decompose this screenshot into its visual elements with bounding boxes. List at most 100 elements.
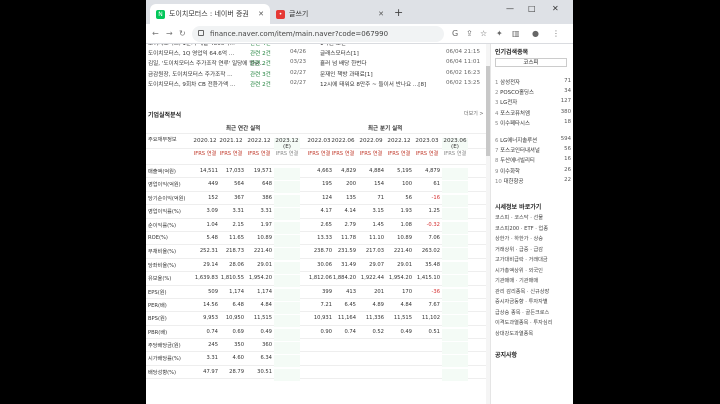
- news-row[interactable]: 도이치모터스, 1Q 영업익 64.6억 ... 관련 2건 04/26 글래스모터스…: [146, 48, 486, 58]
- popular-item[interactable]: 10 대한항공 22: [495, 177, 571, 185]
- market-link[interactable]: 거래상위 · 급증 · 급감: [495, 246, 571, 253]
- cell-value: 3.31: [206, 355, 218, 362]
- url-field[interactable]: finance.naver.com/item/main.naver?code=0…: [192, 26, 444, 42]
- market-link[interactable]: 고가대비급락 · 거래대금: [495, 256, 571, 263]
- row-label[interactable]: 주당배당금(원): [148, 342, 186, 349]
- news-row[interactable]: 금감원장, 도이치모터스 주가조작 ... 관련 3건 02/27 문재인 책방 과태…: [146, 69, 486, 79]
- cell-value: 221.40: [393, 248, 412, 255]
- popular-item[interactable]: 3 LG전자 127: [495, 98, 571, 106]
- row-label[interactable]: 배당성향(%): [148, 369, 186, 376]
- market-link[interactable]: 기관매매 · 기관매매: [495, 277, 571, 284]
- popular-item[interactable]: 1 삼성전자 71: [495, 78, 571, 86]
- table-row: 당좌비율(%) 29.14 28.06 29.01 30.06 31.49 29.07 29.…: [146, 259, 486, 274]
- extension-icon[interactable]: ✦: [496, 29, 503, 38]
- minimize-button[interactable]: —: [506, 4, 514, 13]
- reload-icon[interactable]: ↻: [179, 29, 186, 38]
- cell-value: 135: [346, 194, 356, 201]
- profile-avatar[interactable]: ●: [532, 29, 539, 38]
- popular-name[interactable]: 이수화학: [500, 169, 520, 175]
- popular-name[interactable]: 포스코퓨처엠: [500, 111, 530, 117]
- popular-item[interactable]: 5 이수페타시스 18: [495, 119, 571, 127]
- more-link[interactable]: 더보기 >: [464, 110, 484, 117]
- menu-icon[interactable]: ⋮: [552, 29, 560, 38]
- row-label[interactable]: PER(배): [148, 302, 186, 309]
- popular-value: 380: [560, 108, 571, 115]
- popular-item[interactable]: 2 POSCO홀딩스 34: [495, 88, 571, 96]
- close-icon[interactable]: ✕: [258, 10, 264, 18]
- tab-kospi[interactable]: 코스피: [495, 58, 567, 67]
- popular-item[interactable]: 8 두산에너빌리티 16: [495, 156, 571, 164]
- news-related[interactable]: 관련 4건: [250, 44, 271, 47]
- news-related[interactable]: 관련 3건: [250, 70, 271, 78]
- discussion-title[interactable]: 12시에 태워요 8만주 ~ 들이서 반나요 ...[8]: [320, 80, 426, 88]
- market-link[interactable]: 관리 감리종목 · 신규상장: [495, 288, 571, 295]
- row-label[interactable]: 순이익률(%): [148, 222, 186, 229]
- market-link[interactable]: 상한가 · 하한가 · 상승: [495, 235, 571, 242]
- news-title[interactable]: 김일, '도이치모터스 주가조작 연루' 일당에 벌금...: [148, 59, 265, 67]
- popular-name[interactable]: 이수페타시스: [500, 121, 530, 127]
- market-link[interactable]: 급상승 종목 · 골든크로스: [495, 309, 571, 316]
- close-icon[interactable]: ✕: [378, 10, 384, 18]
- row-label[interactable]: ROE(%): [148, 235, 186, 241]
- news-title[interactable]: 도이치모터스, 9회차 CB 전환가액 ...: [148, 80, 235, 88]
- market-link[interactable]: 상대강도과열종목: [495, 330, 571, 337]
- news-row[interactable]: 도이치모터스, 9회차 CB 전환가액 ... 관련 2건 02/27 12시에 태워…: [146, 79, 486, 89]
- tab-naver-finance[interactable]: N 도이치모터스 : 네이버 증권 ✕: [150, 4, 270, 24]
- popular-name[interactable]: LG전자: [500, 100, 517, 106]
- market-link[interactable]: 시가총액상위 · 외국인: [495, 267, 571, 274]
- window-close-button[interactable]: ✕: [552, 4, 559, 13]
- popular-name[interactable]: 삼성전자: [500, 80, 520, 86]
- basis-label: IFRS 연결: [307, 151, 331, 157]
- row-label[interactable]: 당좌비율(%): [148, 262, 186, 269]
- google-lens-icon[interactable]: G: [452, 29, 458, 38]
- cell-value: 1,810.55: [220, 275, 244, 282]
- news-title[interactable]: 금감원장, 도이치모터스 주가조작 ...: [148, 70, 233, 78]
- news-row[interactable]: 김일, '도이치모터스 주가조작 연루' 일당에 벌금... 관련 2건 03/23…: [146, 58, 486, 68]
- discussion-title[interactable]: 문재인 책방 과태료[1]: [320, 70, 373, 78]
- row-label[interactable]: 부채비율(%): [148, 248, 186, 255]
- popular-name[interactable]: 대한항공: [504, 179, 524, 185]
- cell-value: 4.17: [320, 208, 332, 215]
- news-related[interactable]: 관련 2건: [250, 49, 271, 57]
- discussion-title[interactable]: 글래스모터스[1]: [320, 49, 359, 57]
- cell-value: 2.65: [320, 221, 332, 228]
- tab-write[interactable]: • 글쓰기 ✕: [270, 4, 390, 24]
- discussion-title[interactable]: 흘러 넘 배당 한번다: [320, 59, 367, 67]
- cell-value: 1,174: [229, 288, 244, 295]
- popular-name[interactable]: 두산에너빌리티: [500, 158, 535, 164]
- new-tab-button[interactable]: +: [394, 6, 403, 19]
- star-icon[interactable]: ☆: [480, 29, 487, 38]
- popular-item[interactable]: 9 이수화학 26: [495, 167, 571, 175]
- row-label[interactable]: 유보율(%): [148, 275, 186, 282]
- row-label[interactable]: 매출액(억원): [148, 168, 186, 175]
- market-link[interactable]: 코스피 · 코스닥 · 선물: [495, 214, 571, 221]
- row-label[interactable]: 당기순이익(억원): [148, 195, 186, 202]
- table-row: 당기순이익(억원) 152 367 386 124 135 71 56 -16: [146, 192, 486, 207]
- row-label[interactable]: EPS(원): [148, 289, 186, 296]
- market-link[interactable]: 이격도과열종목 · 투자심리: [495, 319, 571, 326]
- row-label[interactable]: PBR(배): [148, 329, 186, 336]
- popular-name[interactable]: 포스코인터내셔널: [500, 148, 540, 154]
- row-label[interactable]: BPS(원): [148, 315, 186, 322]
- news-title[interactable]: 도이치모터스, 1분기 매출 4806억...: [148, 44, 235, 47]
- news-related[interactable]: 관련 2건: [250, 80, 271, 88]
- popular-item[interactable]: 6 LG에너지솔루션 594: [495, 136, 571, 144]
- row-label[interactable]: 시가배당률(%): [148, 355, 186, 362]
- sidepanel-icon[interactable]: ▥: [512, 29, 520, 38]
- popular-name[interactable]: POSCO홀딩스: [500, 90, 534, 96]
- forward-icon[interactable]: →: [166, 29, 173, 38]
- popular-name[interactable]: LG에너지솔루션: [500, 138, 537, 144]
- popular-item[interactable]: 4 포스코퓨처엠 380: [495, 109, 571, 117]
- cell-value: 386: [262, 194, 272, 201]
- market-link[interactable]: 증시자금동향 · 투자자별: [495, 298, 571, 305]
- market-link[interactable]: 코스피200 · ETF · 업종: [495, 225, 571, 232]
- news-title[interactable]: 도이치모터스, 1Q 영업익 64.6억 ...: [148, 49, 234, 57]
- back-icon[interactable]: ←: [152, 29, 159, 38]
- share-icon[interactable]: ⇪: [466, 29, 473, 38]
- news-related[interactable]: 관련 2건: [250, 59, 271, 67]
- popular-item[interactable]: 7 포스코인터내셔널 56: [495, 146, 571, 154]
- row-label[interactable]: 영업이익률(%): [148, 208, 186, 215]
- discussion-title[interactable]: 1억원 보면: [320, 44, 346, 47]
- row-label[interactable]: 영업이익(억원): [148, 181, 186, 188]
- maximize-button[interactable]: □: [528, 4, 536, 13]
